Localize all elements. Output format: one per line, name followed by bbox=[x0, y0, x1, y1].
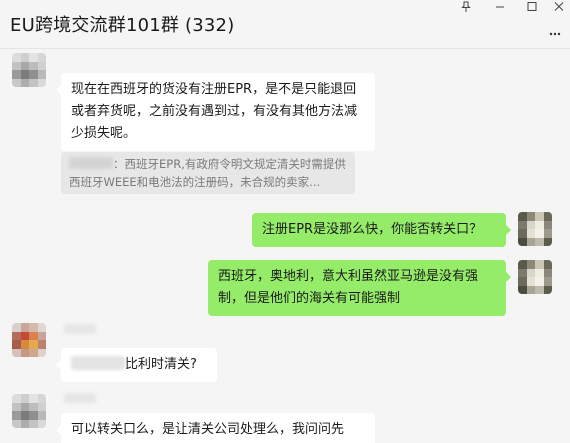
message-text: 注册EPR是没那么快，你能否转关口？ bbox=[262, 222, 483, 237]
more-dots-icon[interactable] bbox=[548, 26, 562, 40]
minimize-icon[interactable] bbox=[489, 0, 511, 14]
message-bubble-incoming[interactable]: 可以转关口么，是让清关公司处理么，我问问先 bbox=[56, 413, 375, 443]
avatar[interactable] bbox=[12, 53, 46, 87]
avatar[interactable] bbox=[12, 323, 46, 357]
chat-title: EU跨境交流群101群 (332) bbox=[10, 15, 235, 36]
avatar-self[interactable] bbox=[518, 212, 552, 246]
message-text: 可以转关口么，是让清关公司处理么，我问问先 bbox=[71, 422, 345, 437]
message-bubble-incoming[interactable]: 现在在西班牙的货没有注册EPR，是不是只能退回或者弃货呢，之前没有遇到过，有没有… bbox=[56, 73, 375, 151]
message-bubble-outgoing[interactable]: 西班牙，奥地利，意大利虽然亚马逊是没有强制，但是他们的海关有可能强制 bbox=[208, 260, 511, 316]
message-bubble-incoming[interactable]: 比利时清关? bbox=[56, 348, 217, 382]
maximize-icon[interactable] bbox=[521, 0, 543, 14]
avatar-self[interactable] bbox=[518, 260, 552, 294]
message-bubble-outgoing[interactable]: 注册EPR是没那么快，你能否转关口？ bbox=[252, 213, 511, 247]
message-list[interactable]: 现在在西班牙的货没有注册EPR，是不是只能退回或者弃货呢，之前没有遇到过，有没有… bbox=[0, 49, 570, 443]
sender-name bbox=[64, 324, 96, 334]
message-text: 比利时清关? bbox=[125, 357, 197, 372]
avatar[interactable] bbox=[12, 394, 46, 428]
quoted-sender-name bbox=[69, 157, 113, 169]
quoted-message[interactable]: ：西班牙EPR,有政府令明文规定清关时需提供西班牙WEEE和电池法的注册码，未合… bbox=[61, 152, 355, 194]
message-text: 西班牙，奥地利，意大利虽然亚马逊是没有强制，但是他们的海关有可能强制 bbox=[218, 269, 479, 306]
sender-name bbox=[64, 393, 96, 403]
close-icon[interactable] bbox=[548, 0, 570, 14]
message-text: 现在在西班牙的货没有注册EPR，是不是只能退回或者弃货呢，之前没有遇到过，有没有… bbox=[71, 82, 358, 141]
mention-name bbox=[71, 356, 125, 370]
pin-icon[interactable] bbox=[455, 0, 477, 14]
title-bar: EU跨境交流群101群 (332) bbox=[0, 0, 570, 49]
